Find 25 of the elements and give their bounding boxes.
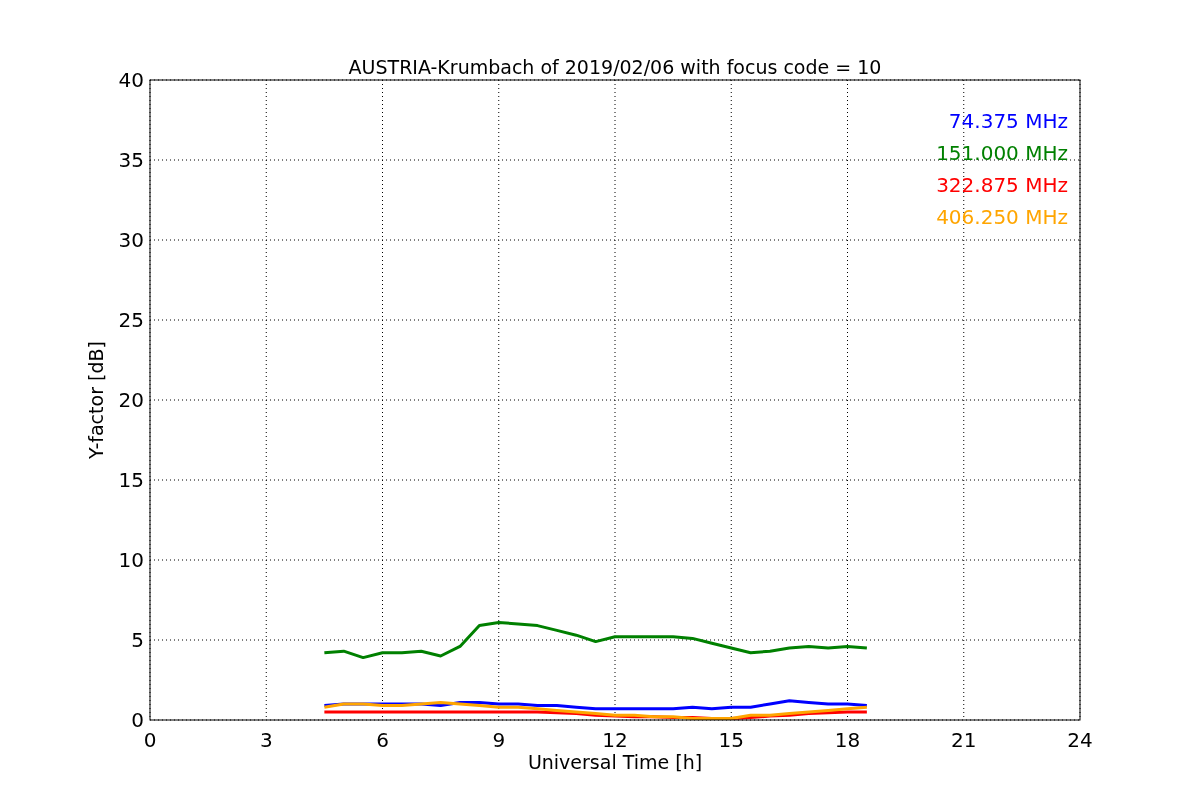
tick-label: 18 [834,728,861,752]
tick-label: 0 [143,728,157,752]
tick-label: 21 [951,728,977,752]
tick-label: 12 [602,728,628,752]
axis-label: Y-factor [dB] [85,341,107,459]
tick-label: 15 [718,728,744,752]
tick-label: 10 [118,548,144,572]
tick-label: 35 [118,148,144,172]
tick-label: 40 [118,68,144,92]
tick-label: 25 [118,308,144,332]
legend-entry: 151.000 MHz [936,141,1068,165]
tick-label: 15 [118,468,144,492]
tick-label: 5 [131,628,144,652]
tick-label: 20 [118,388,144,412]
legend-entry: 406.250 MHz [936,205,1068,229]
tick-label: 3 [259,728,273,752]
legend-entry: 74.375 MHz [948,109,1068,133]
axis-label: Universal Time [h] [527,751,703,773]
tick-label: 30 [118,228,144,252]
tick-label: 24 [1067,728,1093,752]
legend-entry: 322.875 MHz [936,173,1068,197]
tick-label: 9 [492,728,506,752]
tick-label: 6 [376,728,389,752]
tick-label: 0 [131,708,144,732]
chart-title: AUSTRIA-Krumbach of 2019/02/06 with focus code = 10 [348,56,882,78]
